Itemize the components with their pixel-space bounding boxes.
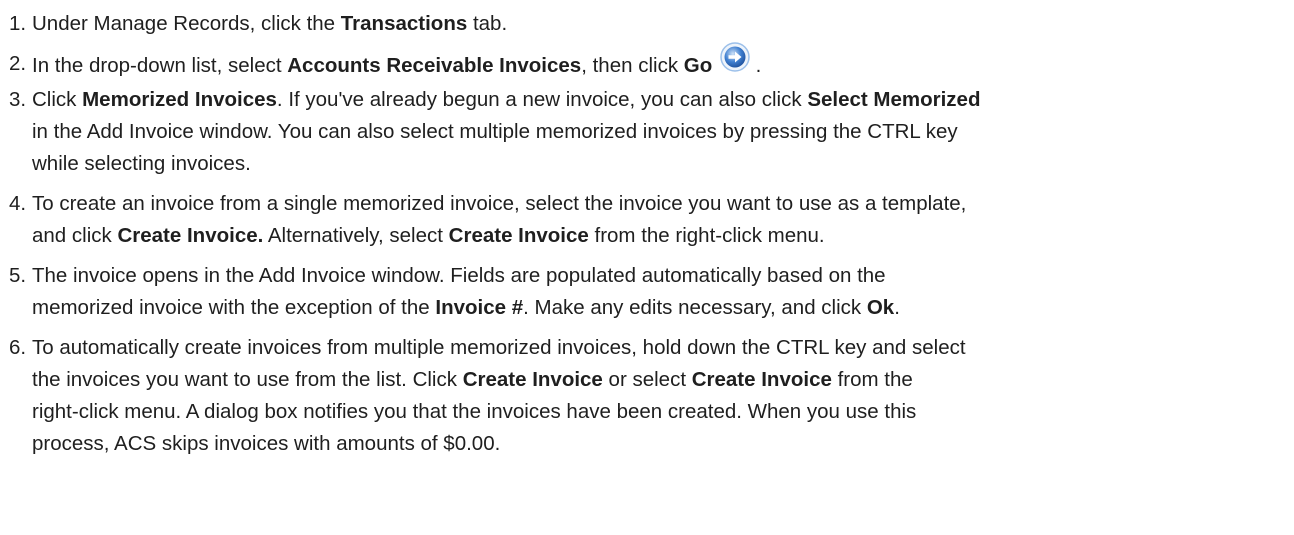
- text-run: while selecting invoices.: [32, 152, 251, 175]
- text-run: . If you've already begun a new invoice,…: [276, 88, 808, 111]
- text-run: Alternatively, select: [263, 224, 449, 247]
- text-run: tab.: [467, 12, 508, 35]
- step-text: Under Manage Records, click the Transact…: [32, 12, 507, 35]
- step-4: 4. To create an invoice from a single mem…: [0, 188, 1294, 252]
- step-3: 3. Click Memorized Invoices. If you've al…: [0, 84, 1294, 180]
- step-text: To automatically create invoices from mu…: [32, 336, 966, 455]
- step-2: 2. In the drop-down list, select Accounts…: [0, 42, 1294, 82]
- ui-term: Ok: [866, 296, 895, 319]
- ui-term: Create Invoice: [691, 368, 832, 391]
- go-arrow-icon: [720, 42, 750, 72]
- step-text: In the drop-down list, select Accounts R…: [32, 42, 762, 77]
- ui-term: Go: [683, 54, 713, 77]
- text-run: and click: [32, 224, 118, 247]
- ui-term: Create Invoice.: [117, 224, 264, 247]
- text-run: process, ACS skips invoices with amounts…: [32, 432, 501, 455]
- text-run: in the Add Invoice window. You can also …: [32, 120, 958, 143]
- text-run: the invoices you want to use from the li…: [32, 368, 463, 391]
- text-run: Under Manage Records, click the: [32, 12, 341, 35]
- ui-term: Create Invoice: [462, 368, 603, 391]
- text-run: In the drop-down list, select: [32, 54, 288, 77]
- text-run: [712, 54, 718, 77]
- ui-term: Create Invoice: [448, 224, 589, 247]
- step-6: 6. To automatically create invoices from …: [0, 332, 1294, 460]
- text-run: , then click: [581, 54, 684, 77]
- step-number: 1.: [9, 12, 27, 35]
- step-number: 6.: [9, 336, 27, 359]
- text-run: from the right-click menu.: [588, 224, 825, 247]
- ui-term: Invoice #: [435, 296, 524, 319]
- text-run: from the: [831, 368, 913, 391]
- text-run: memorized invoice with the exception of …: [32, 296, 436, 319]
- text-run: .: [749, 54, 762, 77]
- step-1: 1. Under Manage Records, click the Transa…: [0, 8, 1294, 40]
- text-run: . Make any edits necessary, and click: [523, 296, 867, 319]
- step-text: The invoice opens in the Add Invoice win…: [32, 264, 900, 319]
- text-run: To create an invoice from a single memor…: [32, 192, 967, 215]
- text-run: or select: [602, 368, 692, 391]
- step-5: 5. The invoice opens in the Add Invoice w…: [0, 260, 1294, 324]
- ui-term: Memorized Invoices: [82, 88, 277, 111]
- ui-term: Select Memorized: [807, 88, 981, 111]
- step-number: 5.: [9, 264, 27, 287]
- text-run: The invoice opens in the Add Invoice win…: [32, 264, 886, 287]
- step-number: 3.: [9, 88, 27, 111]
- text-run: Click: [32, 88, 83, 111]
- step-text: Click Memorized Invoices. If you've alre…: [32, 88, 980, 175]
- ui-term: Accounts Receivable Invoices: [287, 54, 582, 77]
- text-run: right-click menu. A dialog box notifies …: [32, 400, 917, 423]
- step-number: 4.: [9, 192, 27, 215]
- text-run: .: [894, 296, 900, 319]
- text-run: To automatically create invoices from mu…: [32, 336, 966, 359]
- step-text: To create an invoice from a single memor…: [32, 192, 966, 247]
- ui-term: Transactions: [340, 12, 468, 35]
- step-number: 2.: [9, 52, 27, 75]
- instruction-steps: 1. Under Manage Records, click the Transa…: [0, 8, 1294, 460]
